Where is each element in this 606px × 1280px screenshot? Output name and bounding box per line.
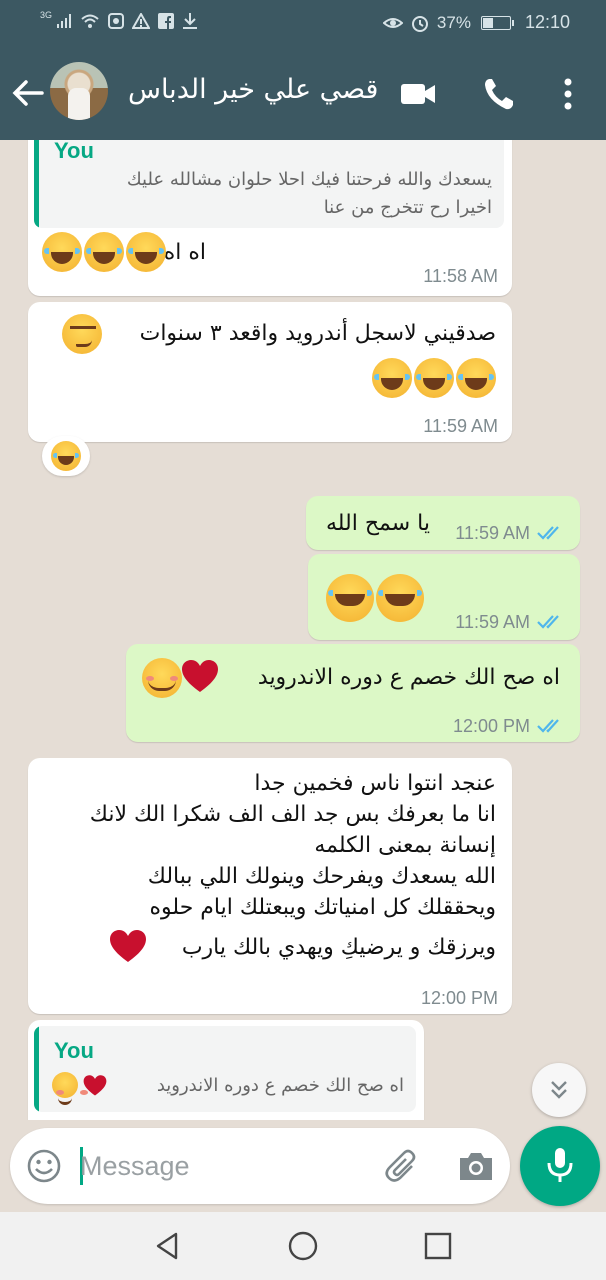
message-line: الله يسعدك ويفرحك وينولك اللي ببالك — [147, 864, 496, 889]
face-with-tears-of-joy-icon — [84, 232, 124, 272]
outgoing-message[interactable]: اه صح الك خصم ع دوره الاندرويد 12:00 PM — [126, 644, 580, 742]
message-text: اه اه — [163, 240, 206, 265]
quote-author: You — [54, 1038, 94, 1063]
emoji-row — [372, 358, 496, 398]
face-with-tears-of-joy-icon — [372, 358, 412, 398]
face-with-tears-of-joy-icon — [376, 574, 424, 622]
system-navigation-bar — [0, 1212, 606, 1280]
chat-header: قصي علي خير الدباس — [0, 46, 606, 140]
emoji-row — [42, 232, 166, 272]
warning-icon — [132, 13, 151, 29]
quote-line: اه صح الك خصم ع دوره الاندرويد — [156, 1075, 404, 1096]
app-notification-icon — [108, 13, 125, 29]
attach-icon[interactable] — [382, 1146, 422, 1186]
red-heart-icon — [83, 1075, 107, 1096]
contact-avatar[interactable] — [50, 62, 108, 120]
message-reaction[interactable] — [42, 436, 90, 476]
incoming-message[interactable]: صدقيني لاسجل أندرويد واقعد ٣ سنوات 11:59… — [28, 302, 512, 442]
eye-comfort-icon — [382, 17, 403, 28]
face-with-tears-of-joy-icon — [414, 358, 454, 398]
message-time: 11:59 AM — [455, 612, 530, 632]
message-line: انا ما بعرفك بس جد الف الف شكرا الك لانك — [89, 802, 496, 827]
facebook-icon — [158, 13, 175, 29]
message-compose-bar — [0, 1120, 606, 1212]
chat-area[interactable]: You يسعدك والله فرحتنا فيك احلا حلوان مش… — [0, 140, 606, 1120]
smirking-face-icon — [62, 314, 102, 354]
face-with-tears-of-joy-icon — [51, 441, 81, 471]
read-receipt-icon — [537, 719, 559, 733]
message-line: إنسانة بمعنى الكلمه — [314, 833, 496, 858]
contact-name[interactable]: قصي علي خير الدباس — [128, 74, 378, 105]
signal-icon — [57, 14, 72, 28]
quote-accent-bar — [34, 1026, 39, 1112]
read-receipt-icon — [537, 526, 559, 540]
video-call-icon[interactable] — [398, 76, 438, 112]
quote-line: يسعدك والله فرحتنا فيك احلا حلوان مشالله… — [126, 169, 492, 190]
wifi-icon — [81, 14, 99, 28]
scroll-to-bottom-button[interactable] — [532, 1063, 586, 1117]
status-left-icons: 3G — [40, 10, 198, 30]
red-heart-icon — [182, 660, 218, 692]
recents-nav-icon[interactable] — [422, 1230, 454, 1262]
back-arrow-icon[interactable] — [10, 76, 46, 110]
message-text: صدقيني لاسجل أندرويد واقعد ٣ سنوات — [139, 321, 496, 346]
status-time: 12:10 — [524, 12, 570, 32]
voice-message-button[interactable] — [520, 1126, 600, 1206]
face-with-tears-of-joy-icon — [326, 574, 374, 622]
battery-level — [482, 17, 494, 28]
status-bar: 3G 37% 12:10 — [0, 0, 606, 46]
message-line: ويرزقك و يرضيكِ ويهدي بالك يارب — [181, 935, 496, 960]
quote-line: اخيرا رح تتخرج من عنا — [323, 197, 492, 218]
message-time: 11:59 AM — [423, 416, 498, 436]
quoted-message[interactable]: You يسعدك والله فرحتنا فيك احلا حلوان مش… — [34, 140, 504, 228]
face-with-tears-of-joy-icon — [42, 232, 82, 272]
back-nav-icon[interactable] — [152, 1230, 184, 1262]
outgoing-message[interactable]: 11:59 AM — [308, 554, 580, 640]
message-time: 12:00 PM — [420, 988, 498, 1008]
home-nav-icon[interactable] — [287, 1230, 319, 1262]
status-right-icons: 37% 12:10 — [382, 12, 570, 33]
incoming-message[interactable]: You اه صح الك خصم ع دوره الاندرويد — [28, 1020, 424, 1120]
quote-author: You — [54, 140, 94, 163]
battery-percent: 37% — [436, 12, 471, 32]
face-with-tears-of-joy-icon — [126, 232, 166, 272]
smiling-face-icon — [52, 1072, 78, 1105]
message-time: 11:59 AM — [455, 523, 530, 543]
mic-icon — [547, 1148, 573, 1182]
emoji-row — [326, 574, 424, 622]
message-time: 12:00 PM — [452, 716, 530, 736]
emoji-icon[interactable] — [26, 1148, 62, 1184]
message-text: اه صح الك خصم ع دوره الاندرويد — [257, 665, 560, 690]
double-chevron-down-icon — [551, 1081, 567, 1099]
network-type-label: 3G — [40, 10, 53, 20]
message-time: 11:58 AM — [423, 266, 498, 286]
camera-icon[interactable] — [456, 1148, 496, 1184]
quote-accent-bar — [34, 140, 39, 228]
read-receipt-icon — [537, 615, 559, 629]
message-text: يا سمح الله — [325, 511, 430, 536]
red-heart-icon — [110, 930, 146, 962]
message-input-container[interactable] — [10, 1128, 510, 1204]
outgoing-message[interactable]: يا سمح الله 11:59 AM — [306, 496, 580, 550]
download-icon — [183, 13, 198, 29]
more-options-icon[interactable] — [550, 76, 586, 112]
incoming-message[interactable]: عنجد انتوا ناس فخمين جدا انا ما بعرفك بس… — [28, 758, 512, 1014]
voice-call-icon[interactable] — [480, 76, 520, 112]
message-line: عنجد انتوا ناس فخمين جدا — [254, 771, 496, 796]
alarm-icon — [411, 15, 428, 32]
quoted-message[interactable]: You اه صح الك خصم ع دوره الاندرويد — [34, 1026, 416, 1112]
smiling-face-icon — [142, 658, 182, 698]
incoming-message[interactable]: You يسعدك والله فرحتنا فيك احلا حلوان مش… — [28, 140, 512, 296]
message-input[interactable] — [80, 1148, 360, 1184]
battery-icon — [480, 15, 514, 30]
message-line: ويحققلك كل امنياتك ويبعتلك ايام حلوه — [149, 895, 496, 920]
face-with-tears-of-joy-icon — [456, 358, 496, 398]
